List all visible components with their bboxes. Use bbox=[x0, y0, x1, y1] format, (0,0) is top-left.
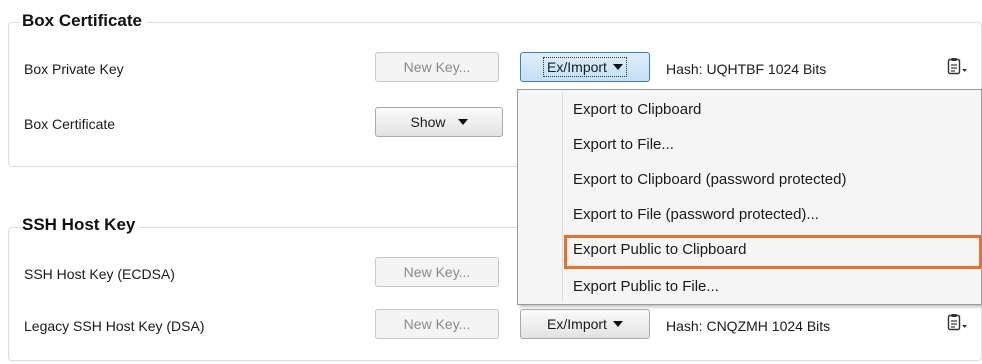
box-ex-import-focus: Ex/Import bbox=[543, 57, 627, 77]
box-new-key-button[interactable]: New Key... bbox=[375, 52, 499, 82]
menu-item-export-clipboard-protected[interactable]: Export to Clipboard (password protected) bbox=[573, 165, 846, 193]
ssh-dsa-new-key-button[interactable]: New Key... bbox=[375, 309, 499, 339]
ssh-ecdsa-label: SSH Host Key (ECDSA) bbox=[24, 266, 175, 282]
chevron-down-icon bbox=[612, 321, 623, 327]
ssh-dsa-hash-text: Hash: CNQZMH 1024 Bits bbox=[666, 318, 831, 334]
ssh-host-key-title: SSH Host Key bbox=[20, 215, 140, 235]
menu-item-export-file[interactable]: Export to File... bbox=[573, 130, 674, 158]
highlight-box bbox=[564, 235, 982, 269]
box-ex-import-label: Ex/Import bbox=[547, 59, 607, 75]
box-certificate-title: Box Certificate bbox=[20, 11, 146, 31]
clipboard-menu-icon[interactable] bbox=[946, 313, 968, 333]
ssh-dsa-ex-import-label: Ex/Import bbox=[547, 316, 607, 332]
show-button-label: Show bbox=[410, 114, 446, 130]
ssh-dsa-new-key-label: New Key... bbox=[403, 316, 471, 332]
menu-item-export-clipboard[interactable]: Export to Clipboard bbox=[573, 95, 701, 123]
show-certificate-button[interactable]: Show bbox=[375, 107, 503, 137]
ssh-dsa-ex-import-button[interactable]: Ex/Import bbox=[520, 309, 650, 339]
menu-item-export-file-protected[interactable]: Export to File (password protected)... bbox=[573, 200, 819, 228]
ssh-dsa-label: Legacy SSH Host Key (DSA) bbox=[24, 318, 205, 334]
box-ex-import-button[interactable]: Ex/Import bbox=[520, 52, 650, 82]
ssh-ecdsa-new-key-label: New Key... bbox=[403, 264, 471, 280]
menu-item-export-public-file[interactable]: Export Public to File... bbox=[573, 272, 719, 300]
menu-gutter bbox=[562, 92, 563, 302]
ssh-ecdsa-new-key-button[interactable]: New Key... bbox=[375, 257, 499, 287]
ex-import-dropdown-menu: Export to Clipboard Export to File... Ex… bbox=[517, 89, 982, 305]
chevron-down-icon bbox=[457, 119, 468, 125]
box-certificate-label: Box Certificate bbox=[24, 116, 116, 132]
box-hash-text: Hash: UQHTBF 1024 Bits bbox=[666, 61, 827, 77]
chevron-down-icon bbox=[612, 64, 623, 70]
clipboard-menu-icon[interactable] bbox=[946, 57, 968, 77]
box-private-key-label: Box Private Key bbox=[24, 61, 124, 77]
box-new-key-button-label: New Key... bbox=[403, 59, 471, 75]
